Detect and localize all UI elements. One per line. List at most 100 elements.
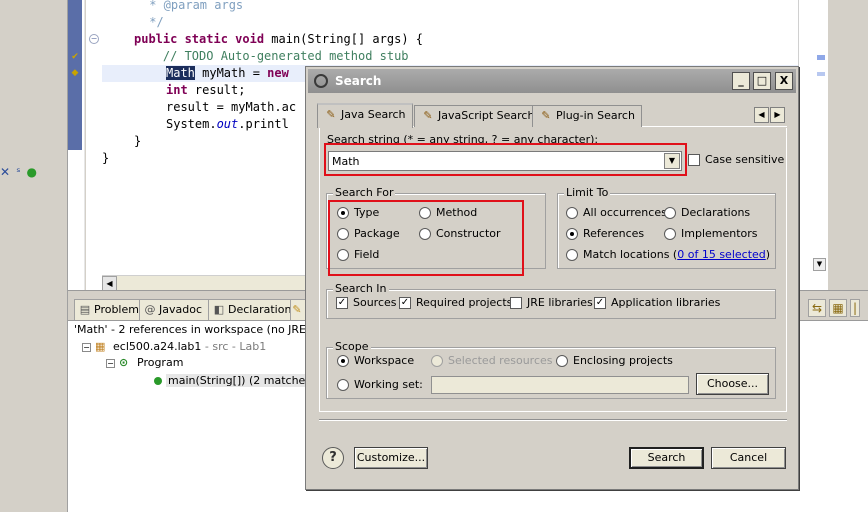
radio-enclosing-projects[interactable]: Enclosing projects: [556, 354, 673, 368]
radio-dot[interactable]: [566, 228, 578, 240]
task-marker-icon[interactable]: ✔: [69, 52, 81, 63]
left-toolbar-strip: ✕ ˢ ●: [0, 0, 68, 512]
code-line: System.out.printl: [166, 117, 289, 131]
code-line: */: [142, 15, 164, 29]
annotation-highlight: [328, 200, 524, 276]
case-sensitive-checkbox[interactable]: Case sensitive: [688, 153, 784, 167]
tab-scroll-arrows: ◀ ▶: [753, 107, 785, 123]
tree-method-row[interactable]: main(String[]) (2 matches): [154, 373, 318, 388]
radio-dot[interactable]: [556, 355, 568, 367]
limit-to-title: Limit To: [564, 186, 611, 199]
tab-java-search[interactable]: ✎ Java Search: [317, 103, 413, 128]
tab-javadoc[interactable]: @ Javadoc: [139, 299, 209, 320]
checkbox-jre-libraries[interactable]: JRE libraries: [510, 296, 593, 310]
tab-javascript-search[interactable]: ✎ JavaScript Search: [414, 105, 542, 127]
code-line: * @param args: [142, 0, 244, 12]
dialog-titlebar[interactable]: Search _ □ X: [308, 69, 796, 93]
search-dialog-icon: [314, 74, 328, 88]
radio-dot[interactable]: [337, 379, 349, 391]
customize-button[interactable]: Customize...: [354, 447, 428, 469]
overview-marker[interactable]: [817, 72, 825, 76]
checkbox-required-projects[interactable]: ✓ Required projects: [399, 296, 512, 310]
public-method-icon: [154, 377, 162, 385]
green-dot-icon[interactable]: ●: [27, 165, 37, 179]
overview-ruler[interactable]: ▼: [798, 0, 828, 290]
checkbox-application-libraries[interactable]: ✓ Application libraries: [594, 296, 720, 310]
cancel-button[interactable]: Cancel: [711, 447, 786, 469]
checkbox-box[interactable]: ✓: [336, 297, 348, 309]
close-button[interactable]: X: [775, 72, 793, 90]
radio-working-set[interactable]: Working set:: [337, 378, 423, 392]
search-result-summary: 'Math' - 2 references in workspace (no J…: [74, 323, 340, 336]
plugin-search-icon: ✎: [541, 109, 551, 122]
code-line: // TODO Auto-generated method stub: [134, 49, 409, 63]
choose-button[interactable]: Choose...: [696, 373, 769, 395]
radio-dot[interactable]: [566, 207, 578, 219]
checkbox-box[interactable]: ✓: [399, 297, 411, 309]
search-dialog: Search _ □ X ✎ Java Search ✎ JavaScript Se…: [305, 66, 799, 490]
search-icon: ✎: [292, 303, 302, 316]
left-tools: ✕ ˢ ●: [0, 165, 43, 179]
filter-icon[interactable]: ✕: [0, 165, 10, 179]
scroll-down-icon[interactable]: ▼: [813, 258, 826, 271]
package-icon: ▦: [95, 340, 106, 353]
dialog-title: Search: [335, 74, 382, 88]
annotation-highlight: [324, 143, 687, 176]
occurrence-marker-icon[interactable]: ◆: [69, 68, 81, 79]
radio-selected-resources: Selected resources: [431, 354, 553, 368]
radio-dot[interactable]: [664, 207, 676, 219]
tab-plugin-search[interactable]: ✎ Plug-in Search: [532, 105, 642, 127]
search-button[interactable]: Search: [629, 447, 704, 469]
class-icon: ⊙: [119, 356, 129, 369]
radio-references[interactable]: References: [566, 227, 644, 241]
tab-right-icon[interactable]: ▶: [770, 107, 785, 123]
code-line: }: [102, 151, 110, 165]
at-icon: @: [144, 303, 156, 316]
radio-declarations[interactable]: Declarations: [664, 206, 750, 220]
declaration-icon: ◧: [213, 303, 225, 316]
grid-icon[interactable]: ▦: [829, 299, 847, 317]
java-search-icon: ✎: [326, 108, 336, 121]
tree-project-row[interactable]: − ▦ ecl500.a24.lab1 - src - Lab1: [82, 339, 266, 354]
checkbox-sources[interactable]: ✓ Sources: [336, 296, 397, 310]
radio-dot[interactable]: [566, 249, 578, 261]
search-tabs: ✎ Java Search ✎ JavaScript Search ✎ Plug-in…: [317, 103, 787, 128]
javascript-search-icon: ✎: [423, 109, 433, 122]
dialog-separator: [319, 419, 787, 421]
folding-ruler: −: [86, 0, 102, 290]
menu-icon[interactable]: |: [850, 299, 860, 317]
fold-toggle-icon[interactable]: −: [89, 34, 99, 44]
code-line: result = myMath.ac: [166, 100, 297, 114]
tab-left-icon[interactable]: ◀: [754, 107, 769, 123]
radio-all-occurrences[interactable]: All occurrences: [566, 206, 667, 220]
collapse-icon[interactable]: −: [106, 358, 115, 368]
panel-toolbar: ⇆ ▦ |: [808, 299, 863, 317]
tab-declaration[interactable]: ◧ Declaration: [208, 299, 299, 320]
scroll-left-icon[interactable]: ◀: [102, 276, 117, 291]
checkbox-box[interactable]: [510, 297, 522, 309]
tree-class-row[interactable]: − ⊙ Program: [106, 355, 183, 370]
hide-static-icon[interactable]: ˢ: [16, 165, 20, 179]
checkbox-box[interactable]: [688, 154, 700, 166]
radio-workspace[interactable]: Workspace: [337, 354, 414, 368]
code-line: int result;: [166, 83, 246, 97]
checkbox-box[interactable]: ✓: [594, 297, 606, 309]
maximize-button[interactable]: □: [753, 72, 771, 90]
radio-implementors[interactable]: Implementors: [664, 227, 758, 241]
code-line: public static void main(String[] args) {: [134, 32, 423, 46]
pin-icon[interactable]: ⇆: [808, 299, 826, 317]
radio-dot: [431, 355, 443, 367]
code-line: }: [134, 134, 142, 148]
match-locations-link[interactable]: 0 of 15 selected: [677, 248, 766, 261]
collapse-icon[interactable]: −: [82, 342, 91, 352]
overview-marker[interactable]: [817, 55, 825, 60]
minimize-button[interactable]: _: [732, 72, 750, 90]
working-set-field: [431, 376, 689, 394]
radio-dot[interactable]: [664, 228, 676, 240]
search-in-title: Search In: [333, 282, 389, 295]
radio-match-locations[interactable]: Match locations (0 of 15 selected): [566, 248, 770, 262]
search-for-title: Search For: [333, 186, 396, 199]
help-icon[interactable]: ?: [322, 447, 344, 469]
scope-title: Scope: [333, 340, 371, 353]
radio-dot[interactable]: [337, 355, 349, 367]
